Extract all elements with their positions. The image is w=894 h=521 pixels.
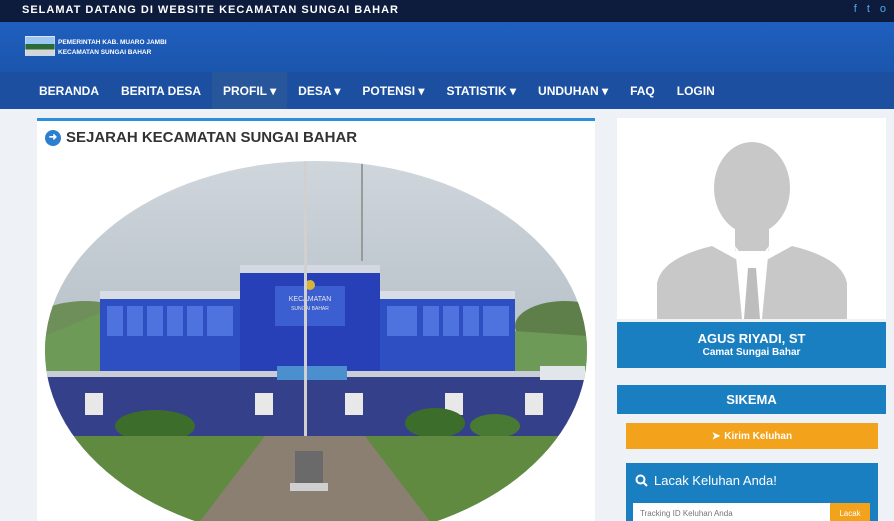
nav-faq[interactable]: FAQ (619, 72, 666, 109)
page-title: ➜ SEJARAH KECAMATAN SUNGAI BAHAR (45, 129, 357, 146)
site-logo[interactable] (25, 36, 55, 56)
lacak-keluhan-title-text: Lacak Keluhan Anda! (654, 473, 777, 488)
nav-login[interactable]: LOGIN (666, 72, 726, 109)
top-bar: SELAMAT DATANG DI WEBSITE KECAMATAN SUNG… (0, 0, 894, 22)
main-nav: BERANDA BERITA DESA PROFIL ▾ DESA ▾ POTE… (0, 72, 894, 109)
lacak-keluhan-panel: Lacak Keluhan Anda! Lacak (626, 463, 878, 521)
site-name-line1: PEMERINTAH KAB. MUARO JAMBI (58, 39, 167, 46)
facebook-icon[interactable]: f (854, 3, 857, 15)
office-building-illustration: KECAMATAN SUNGAI BAHAR (45, 161, 587, 521)
kirim-keluhan-button[interactable]: ➤ Kirim Keluhan (626, 423, 878, 449)
nav-berita-desa[interactable]: BERITA DESA (110, 72, 212, 109)
arrow-circle-right-icon: ➜ (45, 129, 61, 146)
instagram-icon[interactable]: o (880, 3, 886, 15)
tracking-id-input[interactable] (633, 503, 830, 521)
twitter-icon[interactable]: t (867, 3, 870, 15)
paper-plane-icon: ➤ (711, 430, 721, 442)
site-name[interactable]: PEMERINTAH KAB. MUARO JAMBI KECAMATAN SU… (58, 38, 167, 58)
lacak-keluhan-title: Lacak Keluhan Anda! (635, 473, 777, 488)
nav-unduhan[interactable]: UNDUHAN ▾ (527, 72, 619, 109)
welcome-marquee: SELAMAT DATANG DI WEBSITE KECAMATAN SUNG… (22, 4, 399, 16)
site-name-line2: KECAMATAN SUNGAI BAHAR (58, 49, 152, 56)
camat-name-box: AGUS RIYADI, ST Camat Sungai Bahar (617, 322, 886, 368)
kirim-keluhan-label: Kirim Keluhan (724, 430, 793, 442)
nav-beranda[interactable]: BERANDA (28, 72, 110, 109)
lacak-button[interactable]: Lacak (830, 503, 870, 521)
building-sign: KECAMATAN (289, 296, 332, 303)
nav-potensi[interactable]: POTENSI ▾ (351, 72, 435, 109)
search-icon (635, 474, 648, 487)
nav-statistik[interactable]: STATISTIK ▾ (435, 72, 527, 109)
main-content: ➜ SEJARAH KECAMATAN SUNGAI BAHAR KECAMAT… (37, 118, 595, 521)
social-links: f t o (854, 3, 886, 15)
page-title-text: SEJARAH KECAMATAN SUNGAI BAHAR (66, 129, 358, 146)
user-silhouette-icon (657, 142, 847, 319)
nav-profil[interactable]: PROFIL ▾ (212, 72, 288, 109)
office-photo: KECAMATAN SUNGAI BAHAR (45, 161, 587, 521)
site-header: PEMERINTAH KAB. MUARO JAMBI KECAMATAN SU… (0, 22, 894, 72)
nav-desa[interactable]: DESA ▾ (287, 72, 351, 109)
svg-text:SUNGAI BAHAR: SUNGAI BAHAR (291, 306, 329, 312)
camat-role: Camat Sungai Bahar (702, 347, 801, 358)
sikema-heading: SIKEMA (617, 385, 886, 414)
camat-profile-photo (617, 118, 886, 319)
camat-name: AGUS RIYADI, ST (697, 331, 806, 346)
